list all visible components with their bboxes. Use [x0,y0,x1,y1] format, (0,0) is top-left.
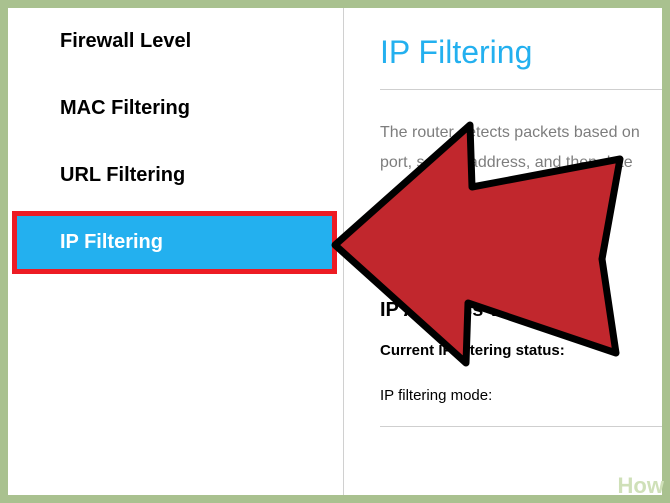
image-frame: Firewall Level MAC Filtering URL Filteri… [0,0,670,503]
sidebar-item-label: Firewall Level [60,30,191,52]
sidebar-item-ip-filtering[interactable]: IP Filtering [14,213,335,272]
app-window: Firewall Level MAC Filtering URL Filteri… [8,8,662,495]
desc-line: The router detects packets based on [380,118,662,148]
sidebar-item-label: IP Filtering [60,231,163,253]
desc-line: take p [380,179,662,209]
watermark: wikiHow [576,473,664,499]
sidebar: Firewall Level MAC Filtering URL Filteri… [8,8,344,495]
main-content: IP Filtering The router detects packets … [344,8,662,495]
desc-line: port, source address, and then dete [380,148,662,178]
page-title: IP Filtering [380,34,662,71]
sidebar-item-label: URL Filtering [60,164,185,186]
sidebar-item-mac-filtering[interactable]: MAC Filtering [8,75,343,142]
divider [380,89,662,90]
watermark-part1: wiki [576,473,618,498]
page-description: The router detects packets based on port… [380,118,662,209]
watermark-part2: How [618,473,664,498]
sidebar-item-label: MAC Filtering [60,97,190,119]
sidebar-item-url-filtering[interactable]: URL Filtering [8,142,343,209]
divider [380,426,662,427]
sidebar-item-firewall-level[interactable]: Firewall Level [8,8,343,75]
status-label: Current IP filtering status: [380,342,662,359]
section-title: IP Address Whitelist [380,299,662,322]
mode-label: IP filtering mode: [380,387,662,404]
